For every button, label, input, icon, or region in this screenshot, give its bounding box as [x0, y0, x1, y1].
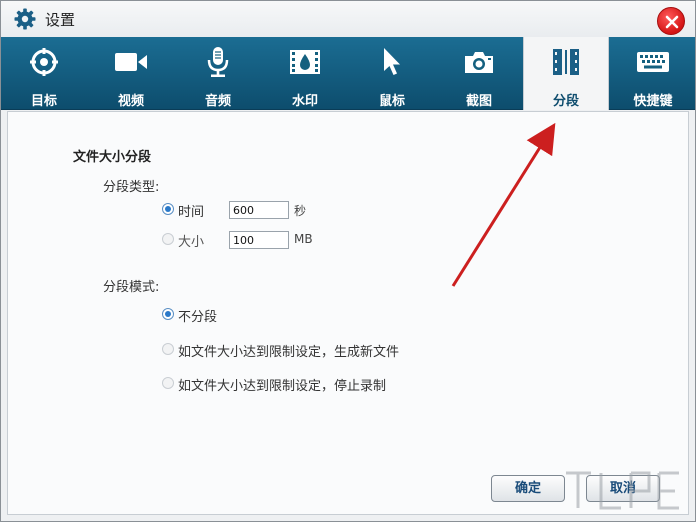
settings-window: 设置 目标 视频 音频 水印 鼠标 截图 分段 快捷键 文件大小分段 分段类型:…	[0, 0, 696, 522]
watermark-logo	[566, 471, 679, 510]
annotation-arrow	[451, 122, 556, 287]
